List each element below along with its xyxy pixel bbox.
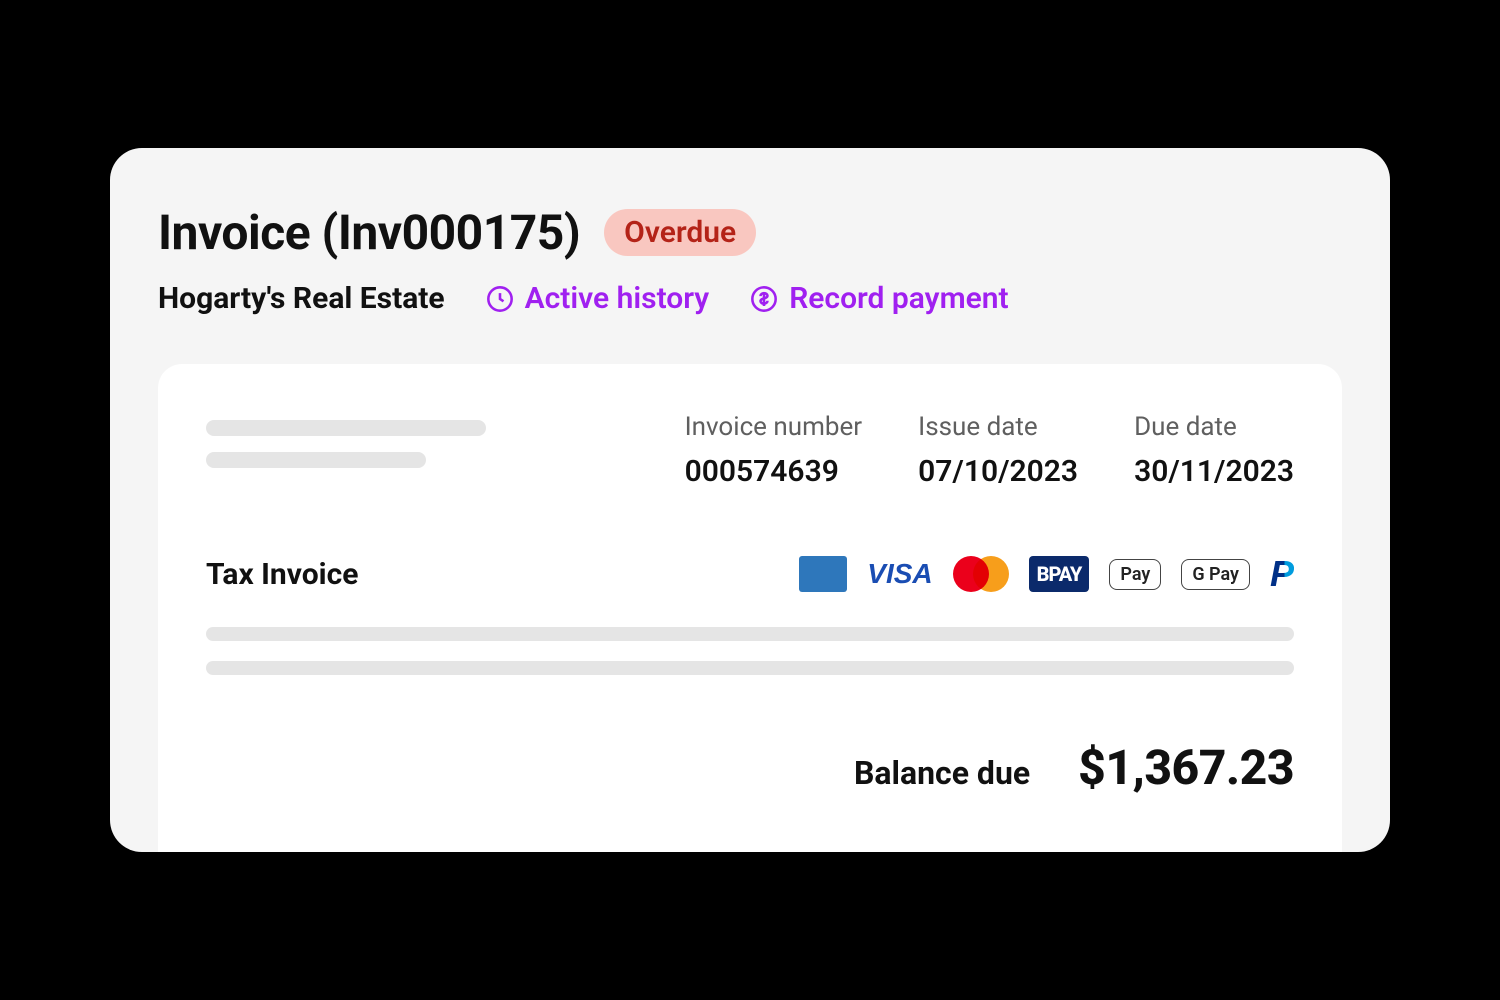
sender-placeholder xyxy=(206,412,486,489)
invoice-card: Invoice number 000574639 Issue date 07/1… xyxy=(158,364,1342,852)
clock-icon xyxy=(485,284,515,314)
invoice-panel: Invoice (Inv000175) Overdue Hogarty's Re… xyxy=(110,148,1390,852)
placeholder-bar xyxy=(206,661,1294,675)
invoice-lines-placeholder xyxy=(206,627,1294,675)
balance-due-label: Balance due xyxy=(854,754,1030,792)
record-payment-label: Record payment xyxy=(789,281,1008,316)
active-history-label: Active history xyxy=(525,281,710,316)
meta-due-date: Due date 30/11/2023 xyxy=(1134,412,1294,489)
meta-value: 30/11/2023 xyxy=(1134,454,1294,489)
meta-label: Due date xyxy=(1134,412,1294,442)
tax-invoice-title: Tax Invoice xyxy=(206,557,358,592)
record-payment-link[interactable]: Record payment xyxy=(749,281,1008,316)
google-pay-icon: G Pay xyxy=(1181,559,1250,590)
balance-due-value: $1,367.23 xyxy=(1078,739,1294,796)
meta-issue-date: Issue date 07/10/2023 xyxy=(918,412,1078,489)
vendor-name: Hogarty's Real Estate xyxy=(158,281,445,316)
meta-label: Issue date xyxy=(918,412,1078,442)
subheader-row: Hogarty's Real Estate Active history Rec… xyxy=(158,281,1342,316)
page-title: Invoice (Inv000175) xyxy=(158,204,580,261)
paypal-icon: P xyxy=(1270,553,1294,595)
placeholder-bar xyxy=(206,420,486,436)
status-badge: Overdue xyxy=(604,209,756,256)
placeholder-bar xyxy=(206,452,426,468)
amex-icon xyxy=(799,556,847,592)
meta-value: 000574639 xyxy=(685,454,863,489)
active-history-link[interactable]: Active history xyxy=(485,281,710,316)
apple-pay-icon: Pay xyxy=(1109,559,1161,590)
mastercard-icon xyxy=(953,556,1009,592)
balance-row: Balance due $1,367.23 xyxy=(206,739,1294,796)
bpay-icon: BPAY xyxy=(1029,556,1090,592)
placeholder-bar xyxy=(206,627,1294,641)
meta-value: 07/10/2023 xyxy=(918,454,1078,489)
payment-method-logos: VISA BPAY Pay G Pay P xyxy=(799,553,1294,595)
meta-group: Invoice number 000574639 Issue date 07/1… xyxy=(685,412,1294,489)
tax-row: Tax Invoice VISA BPAY Pay G Pay P xyxy=(206,553,1294,595)
meta-label: Invoice number xyxy=(685,412,863,442)
visa-icon: VISA xyxy=(867,558,932,590)
meta-row: Invoice number 000574639 Issue date 07/1… xyxy=(206,412,1294,489)
header-row: Invoice (Inv000175) Overdue xyxy=(158,204,1342,261)
dollar-circle-icon xyxy=(749,284,779,314)
meta-invoice-number: Invoice number 000574639 xyxy=(685,412,863,489)
